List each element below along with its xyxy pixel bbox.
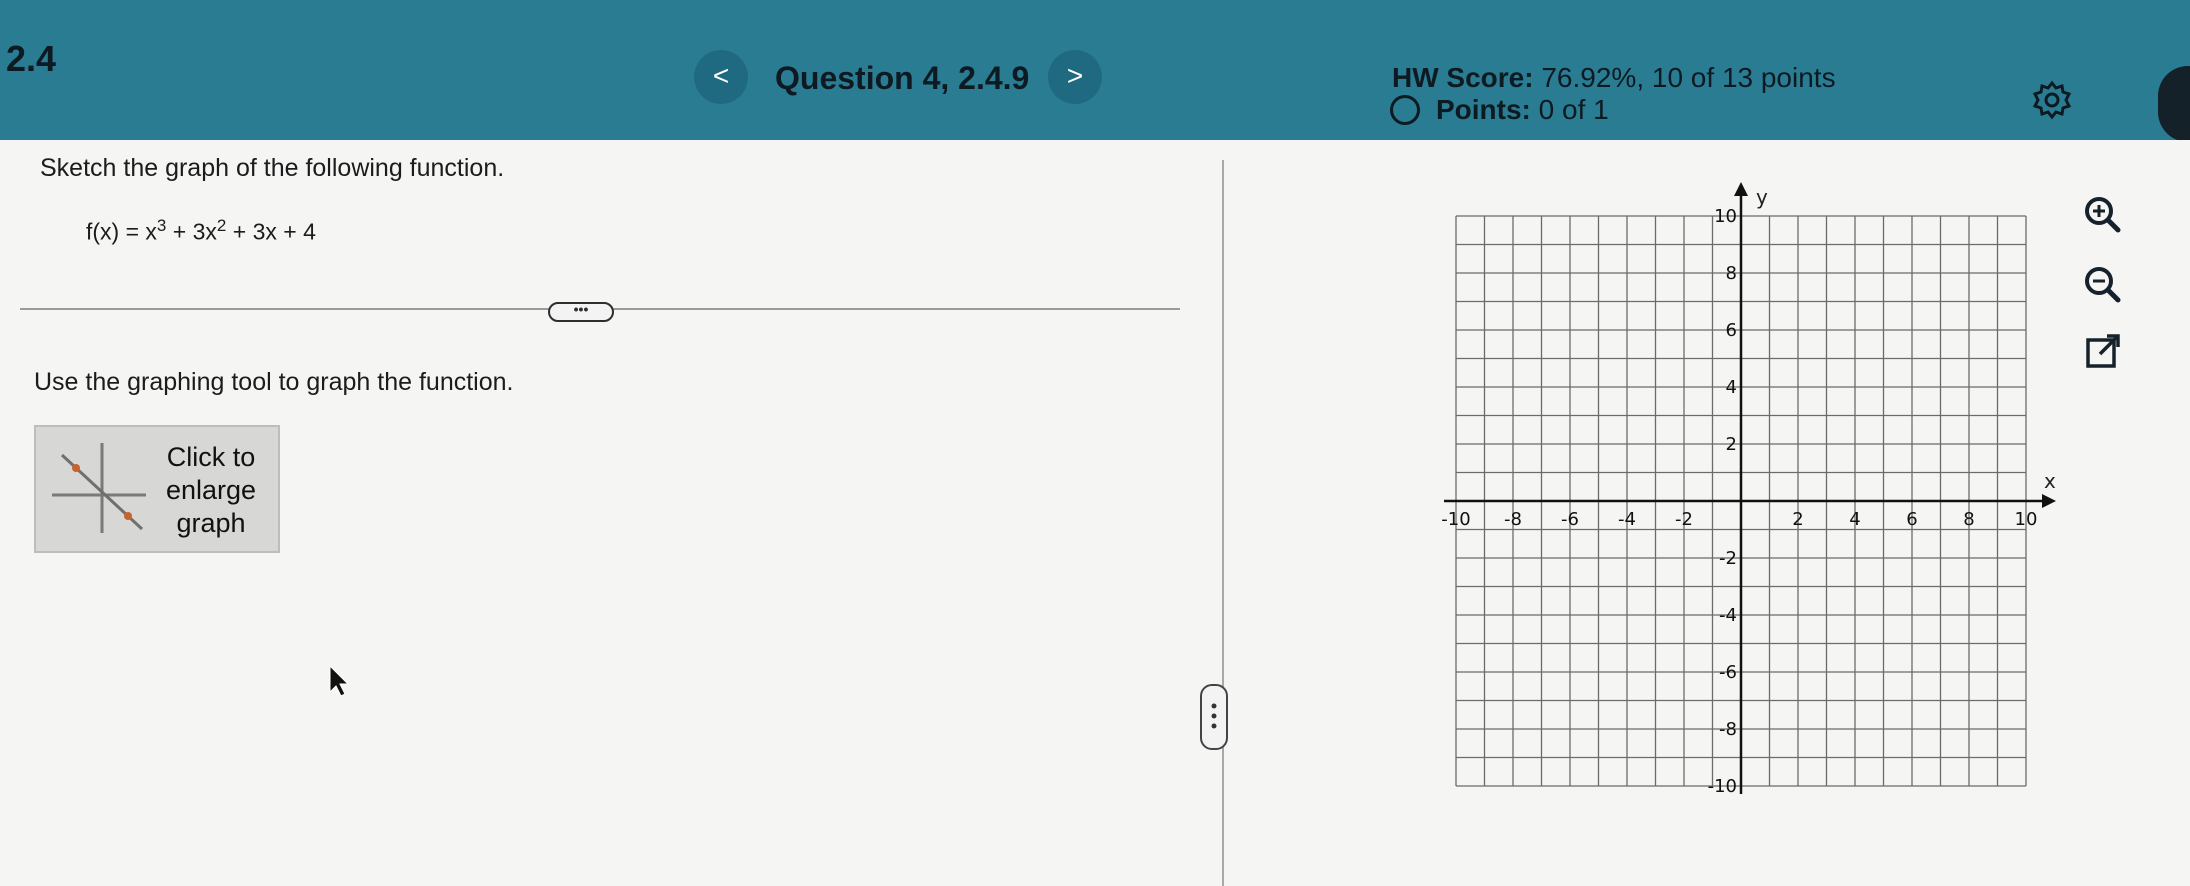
enlarge-line-3: graph [176, 508, 246, 538]
side-panel-tab[interactable] [2158, 66, 2190, 142]
x-tick-label: -6 [1561, 509, 1579, 530]
points-row: Points: 0 of 1 [1390, 94, 1609, 126]
function-exponent-2: 2 [216, 216, 227, 235]
function-exponent-3: 3 [156, 216, 167, 235]
function-suffix: + 3x + 4 [226, 218, 316, 245]
points-status-icon [1390, 95, 1420, 125]
hw-score: HW Score: 76.92%, 10 of 13 points [1392, 62, 1836, 94]
zoom-out-icon[interactable] [2080, 262, 2124, 306]
y-tick-label: 6 [1726, 320, 1737, 341]
graph-thumbnail-icon [52, 443, 146, 533]
drag-handle-icon [1211, 703, 1217, 729]
y-tick-label: -10 [1708, 776, 1737, 797]
y-axis-label: y [1756, 185, 1768, 209]
prev-question-button[interactable]: < [694, 50, 748, 104]
enlarge-line-2: enlarge [165, 475, 257, 505]
y-tick-label: -8 [1719, 719, 1737, 740]
x-tick-label: -4 [1618, 509, 1636, 530]
y-tick-label: -6 [1719, 662, 1737, 683]
chevron-left-icon: < [712, 60, 730, 91]
splitter-handle[interactable] [1200, 684, 1228, 750]
x-tick-label: -2 [1675, 509, 1693, 530]
mouse-cursor-icon [329, 664, 350, 697]
y-tick-label: 2 [1726, 434, 1737, 455]
graphing-area[interactable]: -10 -8 -6 -4 -2 2 4 6 8 10 10 8 6 4 2 -2 -4 -6 -8 -10 x y [1420, 180, 2080, 800]
panel-splitter[interactable] [1222, 160, 1224, 886]
more-button[interactable]: ••• [548, 302, 614, 322]
axes [1444, 182, 2056, 794]
hw-score-label: HW Score: [1392, 62, 1534, 93]
section-number: 2.4 [6, 38, 57, 79]
header-bar: 2.4 < Question 4, 2.4.9 > HW Score: 76.9… [0, 0, 2190, 142]
y-tick-label: -4 [1719, 605, 1737, 626]
x-axis-arrow-icon [2042, 494, 2056, 508]
external-link-icon[interactable] [2082, 330, 2126, 374]
enlarge-line-1: Click to [166, 442, 256, 472]
gear-icon[interactable] [2030, 78, 2074, 122]
x-tick-label: 6 [1906, 509, 1917, 530]
y-tick-label: 8 [1726, 263, 1737, 284]
x-tick-label: 2 [1792, 509, 1803, 530]
points-value: 0 of 1 [1538, 94, 1609, 125]
x-tick-label: 4 [1849, 509, 1860, 530]
function-middle: + 3x [166, 218, 217, 245]
y-axis-arrow-icon [1734, 182, 1748, 196]
x-tick-labels: -10 -8 -6 -4 -2 2 4 6 8 10 [1441, 509, 2037, 530]
points-label: Points: [1436, 94, 1531, 125]
x-tick-label: -10 [1441, 509, 1470, 530]
x-axis-label: x [2044, 469, 2056, 493]
instruction-text: Use the graphing tool to graph the funct… [34, 368, 514, 396]
x-tick-label: -8 [1504, 509, 1522, 530]
x-tick-label: 10 [2015, 509, 2038, 530]
hw-score-value: 76.92%, 10 of 13 points [1541, 62, 1836, 93]
enlarge-graph-button[interactable]: Click to enlarge graph [34, 425, 280, 553]
y-tick-label: 10 [1714, 206, 1737, 227]
question-prompt: Sketch the graph of the following functi… [40, 154, 505, 182]
function-prefix: f(x) = x [86, 218, 157, 245]
function-expression: f(x) = x3 + 3x2 + 3x + 4 [86, 216, 316, 246]
y-tick-label: 4 [1726, 377, 1737, 398]
y-tick-label: -2 [1719, 548, 1737, 569]
x-tick-label: 8 [1963, 509, 1974, 530]
chevron-right-icon: > [1066, 60, 1084, 91]
next-question-button[interactable]: > [1048, 50, 1102, 104]
question-title: Question 4, 2.4.9 [775, 60, 1030, 96]
points: Points: 0 of 1 [1436, 94, 1609, 126]
enlarge-graph-label: Click to enlarge graph [146, 441, 276, 540]
zoom-in-icon[interactable] [2080, 192, 2124, 236]
